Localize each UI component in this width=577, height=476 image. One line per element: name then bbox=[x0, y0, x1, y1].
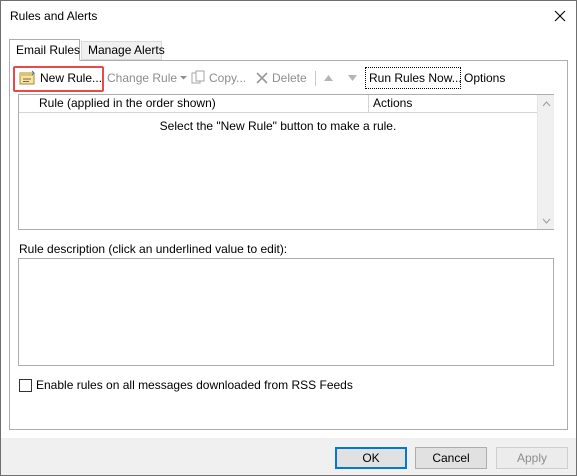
rss-rules-option[interactable]: Enable rules on all messages downloaded … bbox=[19, 378, 353, 392]
tab-email-rules[interactable]: Email Rules bbox=[9, 39, 80, 61]
button-bar bbox=[1, 438, 576, 475]
column-header-actions[interactable]: Actions bbox=[370, 95, 536, 112]
options-button[interactable]: Options bbox=[464, 67, 505, 89]
new-rule-label: New Rule... bbox=[40, 71, 103, 85]
rss-rules-label: Enable rules on all messages downloaded … bbox=[36, 378, 353, 392]
move-down-button[interactable] bbox=[347, 67, 358, 89]
delete-label: Delete bbox=[272, 71, 307, 85]
rss-rules-checkbox[interactable] bbox=[19, 378, 32, 392]
arrow-up-icon bbox=[324, 75, 333, 81]
close-icon bbox=[554, 10, 566, 22]
ok-button[interactable]: OK bbox=[335, 447, 407, 469]
new-rule-button[interactable]: New Rule... bbox=[19, 67, 102, 89]
toolbar-separator bbox=[315, 71, 316, 86]
new-rule-icon bbox=[19, 70, 35, 85]
column-header-rule[interactable]: Rule (applied in the order shown) bbox=[19, 95, 369, 112]
empty-list-message: Select the "New Rule" button to make a r… bbox=[159, 119, 397, 133]
move-up-button[interactable] bbox=[323, 67, 334, 89]
rule-description-label: Rule description (click an underlined va… bbox=[19, 242, 288, 256]
cancel-button[interactable]: Cancel bbox=[415, 447, 487, 469]
rules-toolbar: New Rule... Change Rule Copy... Delete R bbox=[10, 66, 568, 92]
apply-button[interactable]: Apply bbox=[496, 447, 568, 469]
title-bar: Rules and Alerts bbox=[1, 1, 576, 31]
rules-list-header: Rule (applied in the order shown) Action… bbox=[19, 95, 537, 113]
options-label: Options bbox=[464, 71, 506, 85]
change-rule-label: Change Rule bbox=[107, 71, 178, 85]
copy-button[interactable]: Copy... bbox=[190, 67, 246, 89]
chevron-down-icon bbox=[180, 76, 188, 80]
copy-icon bbox=[191, 70, 205, 84]
dialog-title: Rules and Alerts bbox=[10, 9, 98, 23]
change-rule-button[interactable]: Change Rule bbox=[107, 67, 188, 89]
arrow-down-icon bbox=[348, 75, 357, 81]
vertical-scrollbar[interactable] bbox=[537, 95, 554, 229]
delete-button[interactable]: Delete bbox=[255, 67, 307, 89]
rule-description-box[interactable] bbox=[18, 258, 554, 366]
scroll-down-icon bbox=[542, 218, 551, 224]
run-rules-now-label: Run Rules Now... bbox=[369, 71, 462, 85]
delete-icon bbox=[256, 72, 268, 84]
run-rules-now-button[interactable]: Run Rules Now... bbox=[369, 67, 462, 89]
close-button[interactable] bbox=[549, 5, 571, 27]
copy-label: Copy... bbox=[209, 71, 247, 85]
tab-manage-alerts[interactable]: Manage Alerts bbox=[81, 41, 165, 60]
scroll-up-icon bbox=[542, 100, 551, 106]
rules-list[interactable]: Rule (applied in the order shown) Action… bbox=[18, 94, 554, 230]
scroll-up-button[interactable] bbox=[538, 95, 555, 112]
scroll-down-button[interactable] bbox=[538, 212, 555, 229]
rules-and-alerts-dialog: Rules and Alerts Email Rules Manage Aler… bbox=[0, 0, 577, 476]
